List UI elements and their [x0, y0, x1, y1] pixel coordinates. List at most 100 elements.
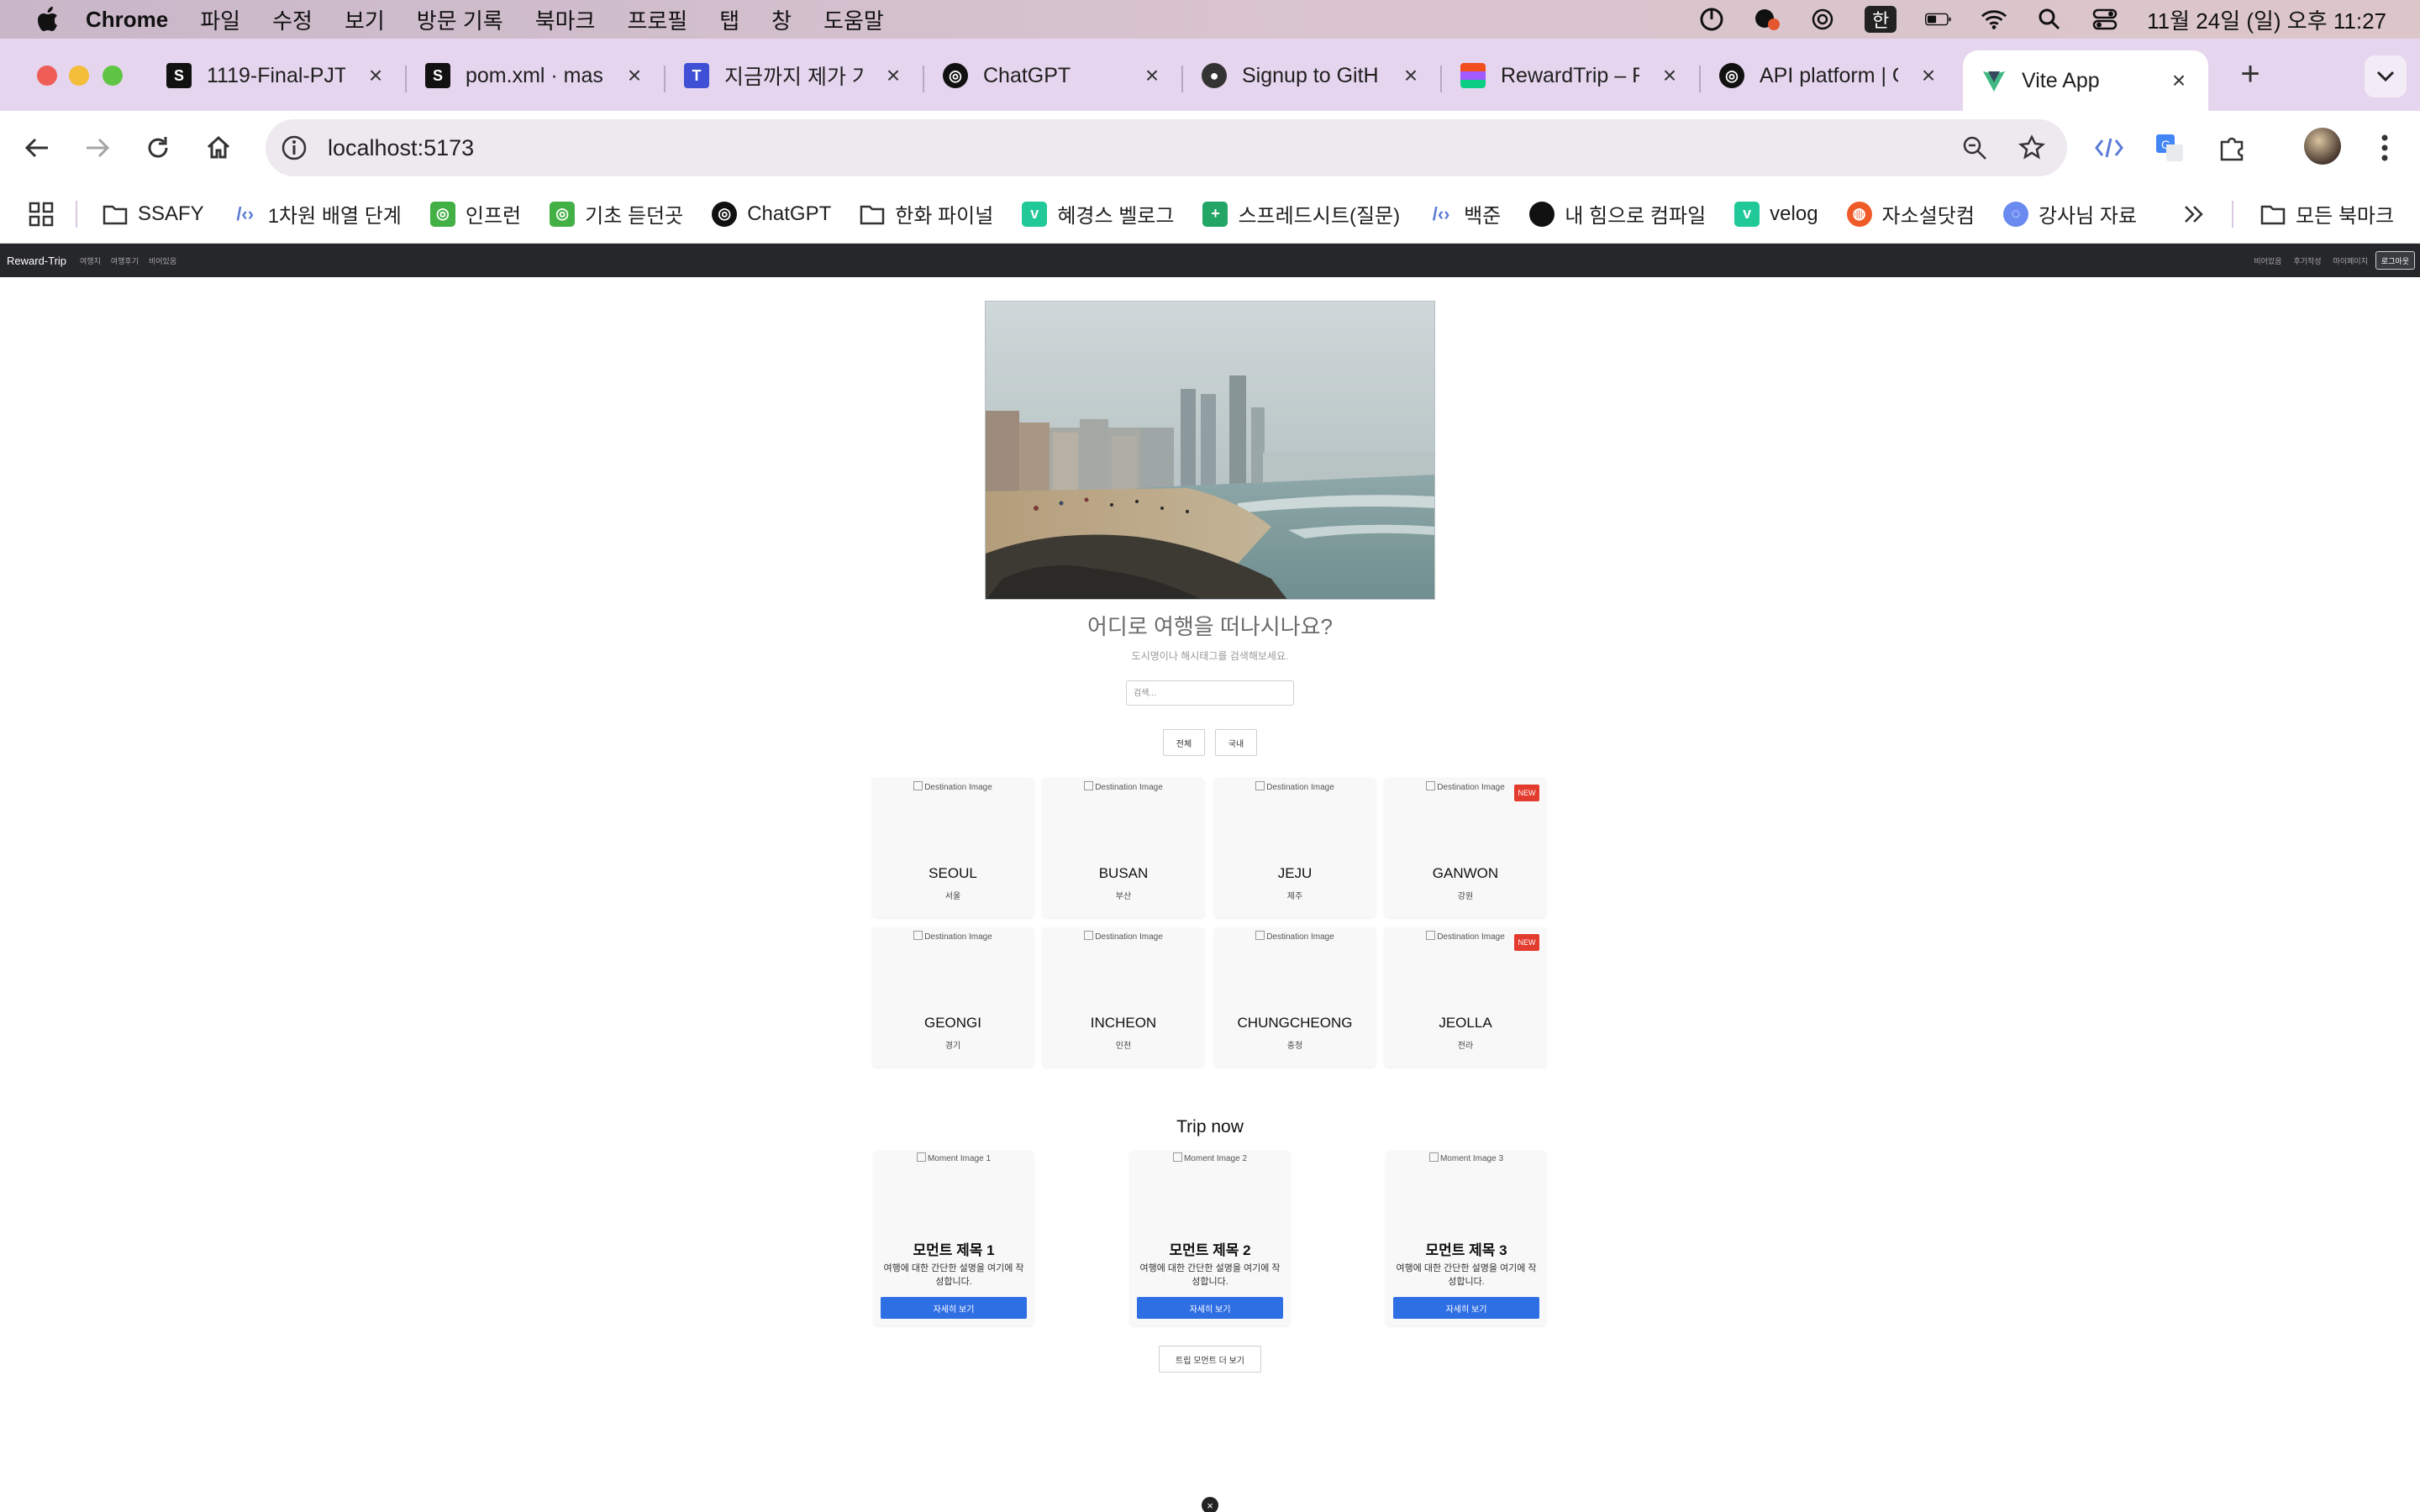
menu-view[interactable]: 보기	[345, 4, 385, 35]
extensions-puzzle-icon[interactable]	[2215, 131, 2249, 165]
apple-icon[interactable]	[35, 7, 60, 32]
home-button[interactable]	[198, 128, 239, 168]
bookmark-item[interactable]: ◎ 인프런	[429, 199, 521, 228]
bookmark-item[interactable]: 한화 파이널	[860, 199, 993, 228]
browser-tab[interactable]: S pom.xml · mas ×	[425, 50, 645, 101]
site-info-icon[interactable]	[279, 133, 309, 163]
browser-tab[interactable]: RewardTrip – F ×	[1460, 50, 1681, 101]
nav-link[interactable]: 여행후기	[111, 255, 139, 266]
menu-file[interactable]: 파일	[200, 4, 240, 35]
chat-notification-icon[interactable]	[1754, 6, 1781, 33]
nav-link[interactable]: 여행지	[80, 255, 101, 266]
destination-card[interactable]: Destination Image SEOUL 서울	[872, 778, 1034, 917]
destination-card[interactable]: Destination Image NEW GANWON 강원	[1385, 778, 1546, 917]
destination-card[interactable]: Destination Image CHUNGCHEONG 충청	[1214, 927, 1376, 1067]
menu-bar-clock[interactable]: 11월 24일 (일) 오후 11:27	[2147, 4, 2386, 35]
bookmark-star-icon[interactable]	[2015, 131, 2049, 165]
tab-close-icon[interactable]: ×	[365, 64, 387, 87]
menu-history[interactable]: 방문 기록	[417, 4, 503, 35]
control-center-icon[interactable]	[2091, 6, 2118, 33]
menu-bookmarks[interactable]: 북마크	[535, 4, 596, 35]
forward-button[interactable]	[77, 128, 118, 168]
bookmarks-overflow-icon[interactable]	[2183, 204, 2205, 224]
window-zoom-button[interactable]	[103, 66, 123, 86]
bookmark-item[interactable]: v 혜경스 벨로그	[1022, 199, 1174, 228]
apps-grid-icon[interactable]	[29, 202, 54, 227]
destination-card[interactable]: Destination Image GEONGI 경기	[872, 927, 1034, 1067]
bookmark-item[interactable]: ◍ 자소설닷컴	[1846, 199, 1975, 228]
browser-tab-active[interactable]: Vite App ×	[1963, 50, 2208, 111]
logout-button[interactable]: 로그아웃	[2375, 251, 2415, 270]
menu-tab[interactable]: 탭	[719, 4, 739, 35]
tab-close-icon[interactable]: ×	[2168, 69, 2190, 92]
menu-profiles[interactable]: 프로필	[627, 4, 687, 35]
bookmark-item[interactable]: + 스프레드시트(질문)	[1202, 199, 1400, 228]
extension-code-icon[interactable]	[2092, 131, 2126, 165]
reload-button[interactable]	[138, 128, 178, 168]
google-translate-icon[interactable]: G	[2153, 131, 2186, 165]
tab-close-icon[interactable]: ×	[882, 64, 904, 87]
destination-card[interactable]: Destination Image JEJU 제주	[1214, 778, 1376, 917]
bookmark-item[interactable]: ◌ 강사님 자료	[2002, 199, 2137, 228]
menu-help[interactable]: 도움말	[823, 4, 884, 35]
bookmark-item[interactable]: v velog	[1734, 201, 1818, 227]
zoom-icon[interactable]	[1958, 131, 1991, 165]
browser-tab[interactable]: T 지금까지 제가 가 ×	[684, 50, 904, 101]
nav-link[interactable]: 비어있음	[2254, 255, 2281, 266]
moment-detail-button[interactable]: 자세히 보기	[881, 1297, 1027, 1319]
nav-link[interactable]: 후기작성	[2293, 255, 2321, 266]
filter-domestic-button[interactable]: 국내	[1215, 729, 1257, 756]
destination-search-input[interactable]	[1126, 680, 1294, 706]
back-button[interactable]	[17, 128, 57, 168]
tab-close-icon[interactable]: ×	[623, 64, 645, 87]
menu-app-name[interactable]: Chrome	[86, 7, 168, 33]
bookmark-item[interactable]: /‹› 1차원 배열 단계	[233, 199, 402, 228]
tab-close-icon[interactable]: ×	[1400, 64, 1422, 87]
all-bookmarks-folder[interactable]: 모든 북마크	[2260, 199, 2394, 228]
bookmark-item[interactable]: SSAFY	[103, 202, 204, 227]
window-close-button[interactable]	[37, 66, 57, 86]
tab-title: Vite App	[2022, 68, 2100, 92]
nav-link[interactable]: 마이페이지	[2333, 255, 2368, 266]
destination-image: Destination Image	[1043, 931, 1204, 942]
trip-now-title: Trip now	[1176, 1117, 1244, 1137]
spotlight-search-icon[interactable]	[2036, 6, 2063, 33]
browser-tab[interactable]: S 1119-Final-PJT ×	[166, 50, 387, 101]
destination-korean-name: 경기	[944, 1042, 961, 1051]
destination-card[interactable]: Destination Image INCHEON 인천	[1043, 927, 1204, 1067]
browser-tab[interactable]: ● Signup to GitH ×	[1202, 50, 1422, 101]
bookmark-item[interactable]: ◎ 기초 듣던곳	[550, 199, 683, 228]
destination-image: Destination Image	[872, 781, 1034, 792]
profile-avatar[interactable]	[2304, 128, 2341, 165]
tab-close-icon[interactable]: ×	[1918, 64, 1939, 87]
tab-close-icon[interactable]: ×	[1659, 64, 1681, 87]
bookmark-item[interactable]: 내 힘으로 컴파일	[1529, 199, 1706, 228]
filter-all-button[interactable]: 전체	[1163, 729, 1205, 756]
new-tab-button[interactable]: +	[2232, 57, 2269, 94]
kebab-menu-icon[interactable]	[2368, 131, 2402, 165]
bookmark-item[interactable]: ◎ ChatGPT	[712, 201, 831, 227]
app-brand-logo[interactable]: Reward-Trip	[7, 255, 66, 267]
bookmark-item[interactable]: /‹› 백준	[1428, 199, 1502, 228]
wifi-icon[interactable]	[1981, 6, 2007, 33]
moment-detail-button[interactable]: 자세히 보기	[1393, 1297, 1539, 1319]
battery-icon[interactable]	[1925, 6, 1952, 33]
menu-window[interactable]: 창	[771, 4, 792, 35]
tab-search-button[interactable]	[2365, 55, 2407, 97]
tab-close-icon[interactable]: ×	[1141, 64, 1163, 87]
floating-close-icon[interactable]: ×	[1202, 1497, 1218, 1512]
menu-edit[interactable]: 수정	[272, 4, 313, 35]
nav-link[interactable]: 비어있음	[149, 255, 176, 266]
more-moments-button[interactable]: 트립 모먼트 더 보기	[1159, 1346, 1261, 1373]
moment-detail-button[interactable]: 자세히 보기	[1137, 1297, 1283, 1319]
destination-card[interactable]: Destination Image NEW JEOLLA 전라	[1385, 927, 1546, 1067]
openai-icon[interactable]	[1809, 6, 1836, 33]
window-minimize-button[interactable]	[69, 66, 89, 86]
address-bar[interactable]: localhost:5173	[266, 119, 2067, 176]
input-method-indicator[interactable]: 한	[1865, 6, 1897, 33]
browser-tab[interactable]: ◎ API platform | O ×	[1719, 50, 1939, 101]
power-icon[interactable]	[1698, 6, 1725, 33]
url-text[interactable]: localhost:5173	[328, 135, 474, 161]
browser-tab[interactable]: ◎ ChatGPT ×	[943, 50, 1163, 101]
destination-card[interactable]: Destination Image BUSAN 부산	[1043, 778, 1204, 917]
